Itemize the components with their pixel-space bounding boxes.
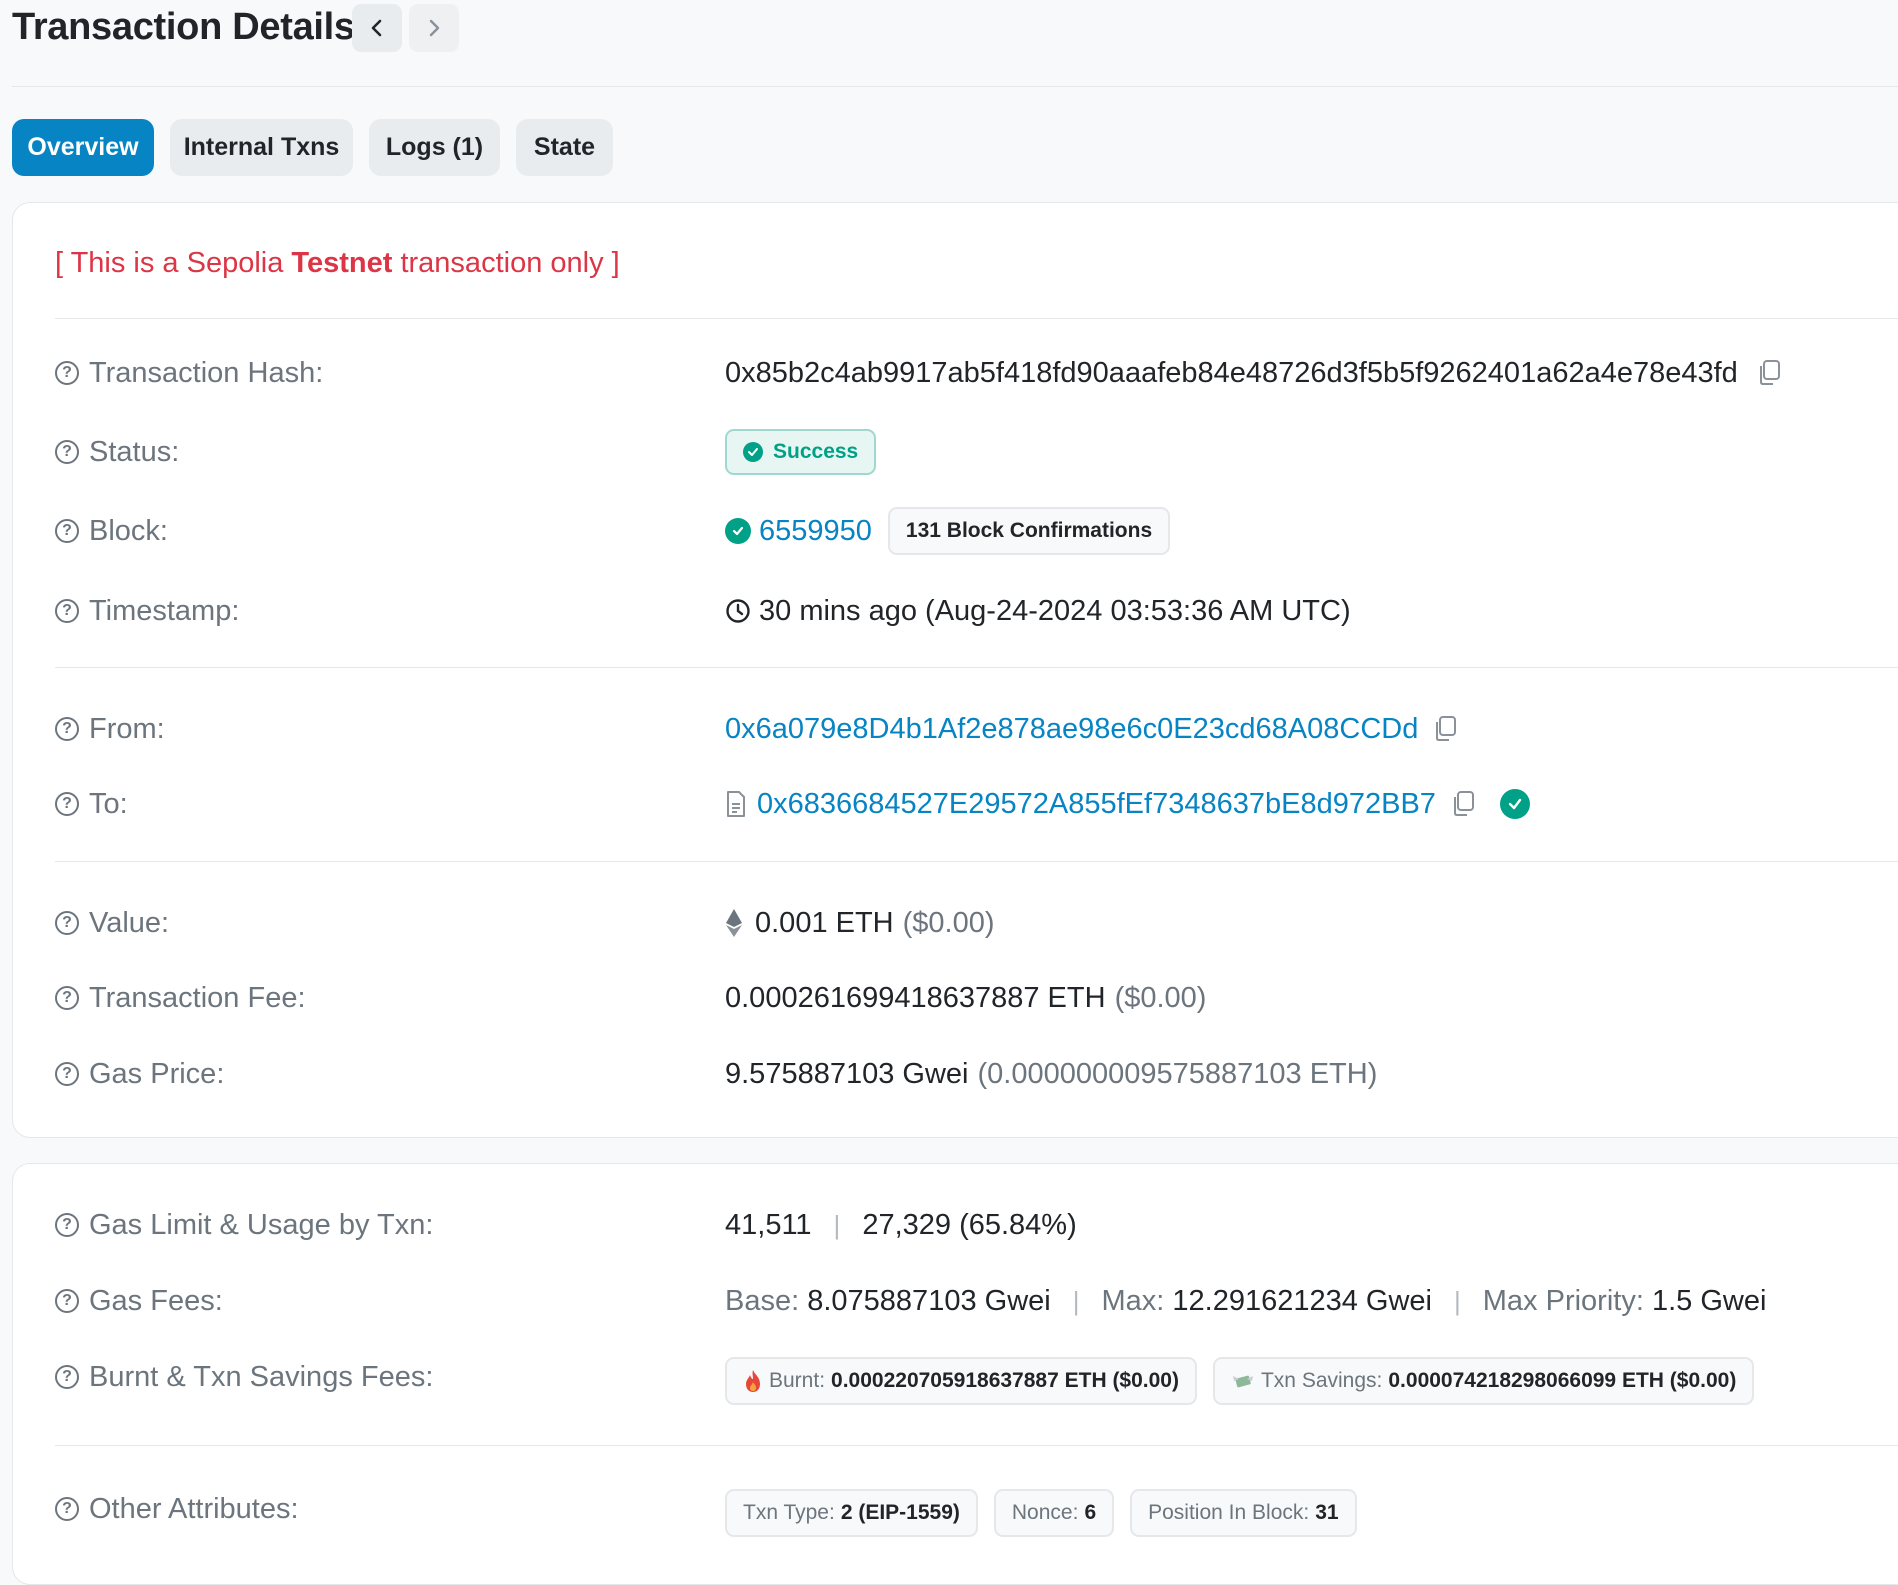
- transaction-hash-label: ? Transaction Hash:: [55, 343, 323, 403]
- money-wings-icon: [1232, 1375, 1253, 1388]
- question-circle-icon[interactable]: ?: [55, 1213, 79, 1237]
- verified-contract-check-icon: [1499, 789, 1530, 819]
- row-block: ? Block: 6559950 131 Block Confirmations: [55, 501, 1898, 561]
- block-value: 6559950 131 Block Confirmations: [725, 501, 1171, 561]
- question-circle-icon[interactable]: ?: [55, 599, 79, 623]
- fire-icon: [746, 1370, 760, 1392]
- transaction-hash-text[interactable]: 0x85b2c4ab9917ab5f418fd90aaafeb84e48726d…: [725, 357, 1738, 390]
- question-circle-icon[interactable]: ?: [55, 1497, 79, 1521]
- row-to: ? To: 0x6836684527E29572A855fEf7348637bE8…: [55, 774, 1898, 834]
- to-value: 0x6836684527E29572A855fEf7348637bE8d972B…: [725, 774, 1530, 834]
- tab-logs[interactable]: Logs (1): [369, 119, 500, 176]
- gas-limit-value: 41,511 | 27,329 (65.84%): [725, 1208, 1077, 1241]
- transaction-fee-label: ? Transaction Fee:: [55, 968, 306, 1028]
- row-from: ? From: 0x6a079e8D4b1Af2e878ae98e6c0E23cd…: [55, 699, 1898, 759]
- divider: [55, 861, 1898, 862]
- tab-internal-txns[interactable]: Internal Txns: [170, 119, 353, 176]
- ethereum-icon: [726, 909, 742, 937]
- question-circle-icon[interactable]: ?: [55, 1062, 79, 1086]
- tab-state[interactable]: State: [516, 119, 613, 176]
- next-transaction-button[interactable]: [409, 4, 459, 52]
- gas-price-value: 9.575887103 Gwei (0.000000009575887103 E…: [725, 1057, 1378, 1090]
- question-circle-icon[interactable]: ?: [55, 986, 79, 1010]
- gas-price-label: ? Gas Price:: [55, 1044, 224, 1104]
- more-details-card: ? Gas Limit & Usage by Txn: 41,511 | 27,3…: [12, 1163, 1898, 1585]
- separator: |: [833, 1209, 841, 1240]
- from-label: ? From:: [55, 699, 165, 759]
- divider: [55, 667, 1898, 668]
- status-label: ? Status:: [55, 422, 179, 482]
- divider: [55, 1445, 1898, 1446]
- row-transaction-fee: ? Transaction Fee: 0.000261699418637887 E…: [55, 968, 1898, 1028]
- row-timestamp: ? Timestamp: 30 mins ago (Aug-24-2024 03:…: [55, 581, 1898, 641]
- page-title: Transaction Details: [12, 6, 355, 48]
- gas-fees-value: Base: 8.075887103 Gwei | Max: 12.2916212…: [725, 1284, 1767, 1317]
- row-gas-limit: ? Gas Limit & Usage by Txn: 41,511 | 27,3…: [55, 1195, 1898, 1255]
- position-in-block-badge: Position In Block: 31: [1130, 1489, 1357, 1537]
- value-label: ? Value:: [55, 893, 169, 953]
- other-attributes-value: Txn Type: 2 (EIP-1559) Nonce: 6 Position I…: [725, 1483, 1357, 1543]
- to-address-link[interactable]: 0x6836684527E29572A855fEf7348637bE8d972B…: [757, 788, 1436, 821]
- gas-limit-label: ? Gas Limit & Usage by Txn:: [55, 1195, 433, 1255]
- page-header: Transaction Details: [12, 0, 1898, 87]
- transaction-fee-value: 0.000261699418637887 ETH ($0.00): [725, 981, 1207, 1014]
- value-amount: 0.001 ETH ($0.00): [725, 893, 995, 953]
- copy-icon[interactable]: [1432, 715, 1458, 743]
- txn-type-badge: Txn Type: 2 (EIP-1559): [725, 1489, 978, 1537]
- gas-fees-label: ? Gas Fees:: [55, 1271, 223, 1331]
- block-number-link[interactable]: 6559950: [759, 515, 872, 548]
- timestamp-value: 30 mins ago (Aug-24-2024 03:53:36 AM UTC…: [725, 581, 1351, 641]
- copy-icon[interactable]: [1450, 790, 1476, 818]
- question-circle-icon[interactable]: ?: [55, 1289, 79, 1313]
- row-transaction-hash: ? Transaction Hash: 0x85b2c4ab9917ab5f418…: [55, 343, 1898, 403]
- separator: |: [1454, 1285, 1461, 1316]
- question-circle-icon[interactable]: ?: [55, 440, 79, 464]
- row-gas-price: ? Gas Price: 9.575887103 Gwei (0.00000000…: [55, 1044, 1898, 1104]
- row-status: ? Status: Success: [55, 422, 1898, 482]
- other-attributes-label: ? Other Attributes:: [55, 1479, 299, 1539]
- check-circle-icon: [725, 518, 751, 544]
- transaction-overview-card: [ This is a Sepolia Testnet transaction …: [12, 202, 1898, 1138]
- timestamp-label: ? Timestamp:: [55, 581, 239, 641]
- block-confirmations-badge: 131 Block Confirmations: [887, 507, 1171, 555]
- question-circle-icon[interactable]: ?: [55, 1365, 79, 1389]
- row-value: ? Value: 0.001 ETH ($0.00): [55, 893, 1898, 953]
- burnt-savings-label: ? Burnt & Txn Savings Fees:: [55, 1347, 433, 1407]
- previous-transaction-button[interactable]: [352, 4, 402, 52]
- question-circle-icon[interactable]: ?: [55, 717, 79, 741]
- from-address-link[interactable]: 0x6a079e8D4b1Af2e878ae98e6c0E23cd68A08CC…: [725, 713, 1418, 746]
- nonce-badge: Nonce: 6: [993, 1489, 1115, 1537]
- clock-icon: [726, 599, 750, 623]
- row-burnt-savings: ? Burnt & Txn Savings Fees: Burnt: 0.0002…: [55, 1347, 1898, 1407]
- burnt-fee-badge: Burnt: 0.000220705918637887 ETH ($0.00): [725, 1357, 1197, 1405]
- burnt-savings-value: Burnt: 0.000220705918637887 ETH ($0.00) …: [725, 1351, 1755, 1411]
- to-label: ? To:: [55, 774, 128, 834]
- chevron-left-icon: [371, 19, 382, 37]
- divider: [55, 318, 1898, 319]
- status-badge: Success: [725, 429, 877, 475]
- question-circle-icon[interactable]: ?: [55, 792, 79, 816]
- question-circle-icon[interactable]: ?: [55, 519, 79, 543]
- check-circle-icon: [743, 442, 763, 462]
- row-other-attributes: ? Other Attributes: Txn Type: 2 (EIP-1559)…: [55, 1479, 1898, 1539]
- block-label: ? Block:: [55, 501, 168, 561]
- chevron-right-icon: [429, 19, 440, 37]
- status-value: Success: [725, 422, 877, 482]
- copy-icon[interactable]: [1756, 359, 1782, 387]
- transaction-hash-value: 0x85b2c4ab9917ab5f418fd90aaafeb84e48726d…: [725, 343, 1782, 403]
- row-gas-fees: ? Gas Fees: Base: 8.075887103 Gwei | Max:…: [55, 1271, 1898, 1331]
- question-circle-icon[interactable]: ?: [55, 361, 79, 385]
- separator: |: [1072, 1285, 1080, 1316]
- file-contract-icon: [727, 791, 745, 817]
- txn-savings-badge: Txn Savings: 0.000074218298066099 ETH ($…: [1212, 1357, 1755, 1405]
- tab-overview[interactable]: Overview: [12, 119, 154, 176]
- from-value: 0x6a079e8D4b1Af2e878ae98e6c0E23cd68A08CC…: [725, 699, 1458, 759]
- testnet-notice: [ This is a Sepolia Testnet transaction …: [55, 247, 620, 279]
- question-circle-icon[interactable]: ?: [55, 911, 79, 935]
